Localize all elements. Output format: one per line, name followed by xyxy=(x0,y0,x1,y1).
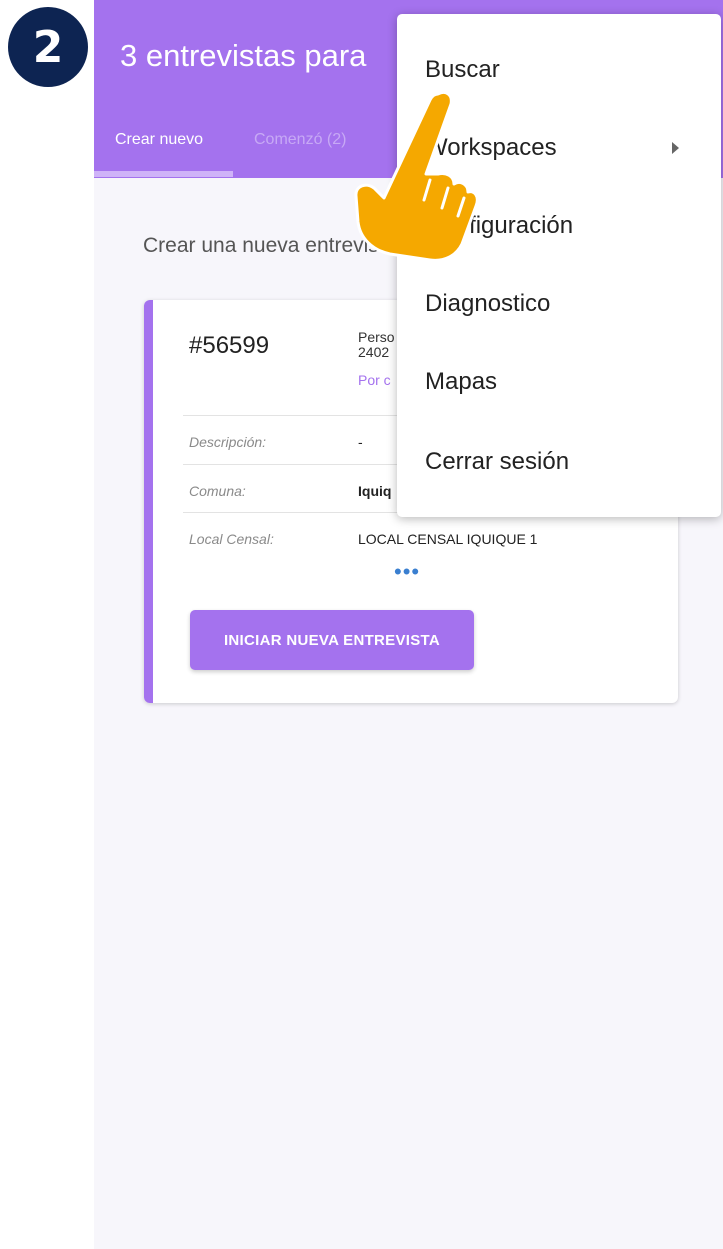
triangle-right-icon xyxy=(672,142,679,154)
active-tab-indicator xyxy=(94,171,233,177)
menu-item-diagnostico[interactable]: Diagnostico xyxy=(397,265,721,343)
menu-item-label: Cerrar sesión xyxy=(425,448,570,475)
subject-line-1: Perso xyxy=(358,329,395,345)
field-value-descripcion: - xyxy=(358,434,363,450)
menu-item-label: Diagnostico xyxy=(425,290,551,317)
start-new-interview-button[interactable]: INICIAR NUEVA ENTREVISTA xyxy=(190,610,474,670)
menu-item-cerrar-sesion[interactable]: Cerrar sesión xyxy=(397,423,721,501)
tab-comenzo[interactable]: Comenzó (2) xyxy=(254,131,346,149)
page-title: 3 entrevistas para xyxy=(120,38,367,73)
pointing-hand-icon xyxy=(354,90,479,262)
interview-status: Por c xyxy=(358,372,391,388)
field-value-comuna: Iquiq xyxy=(358,483,392,499)
field-value-local-censal: LOCAL CENSAL IQUIQUE 1 xyxy=(358,531,538,547)
subject-line-2: 2402 xyxy=(358,344,390,360)
more-details-button[interactable]: ••• xyxy=(394,561,420,583)
field-label-descripcion: Descripción: xyxy=(189,434,267,450)
menu-item-label: Buscar xyxy=(425,56,500,83)
tab-crear-nuevo[interactable]: Crear nuevo xyxy=(115,131,203,149)
interview-subject: Perso 2402 xyxy=(358,330,395,360)
menu-item-label: Mapas xyxy=(425,368,498,395)
field-label-comuna: Comuna: xyxy=(189,483,246,499)
card-accent-bar xyxy=(144,300,153,703)
interview-id: #56599 xyxy=(189,332,270,359)
step-number-badge: 2 xyxy=(8,7,88,87)
field-label-local-censal: Local Censal: xyxy=(189,531,274,547)
menu-item-mapas[interactable]: Mapas xyxy=(397,343,721,421)
